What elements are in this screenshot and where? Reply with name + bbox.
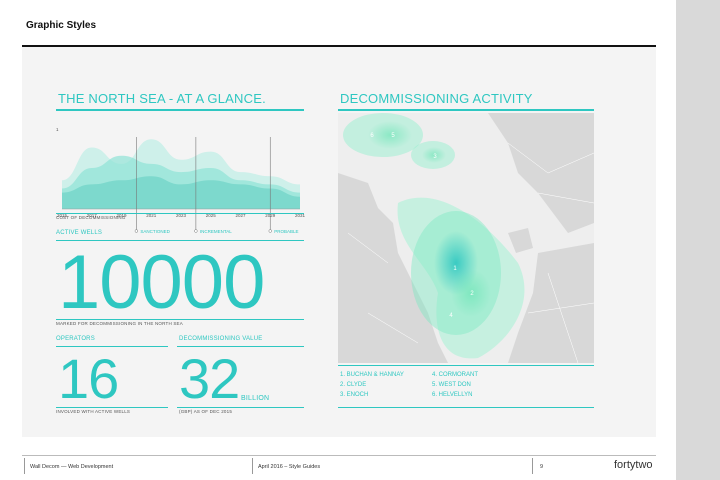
legend-bottom-rule	[338, 407, 594, 408]
wells-value: 10000	[58, 240, 265, 325]
footer-tick	[532, 458, 533, 474]
value-bottom-rule	[177, 407, 304, 408]
left-title-rule	[56, 109, 304, 111]
footer-tick	[24, 458, 25, 474]
right-title: DECOMMISSIONING ACTIVITY	[340, 91, 533, 106]
value-unit: BILLION	[241, 395, 270, 402]
footer-project: Wall Decom — Web Development	[30, 464, 114, 470]
legend-item: 5. WEST DON	[432, 382, 471, 388]
brand-logo: fortytwo	[614, 459, 653, 471]
right-title-rule	[338, 109, 594, 111]
operators-caption: INVOLVED WITH ACTIVE WELLS	[56, 409, 131, 414]
footer-section: April 2016 – Style Guides	[258, 464, 321, 470]
legend-item: 1. BUCHAN & HANNAY	[340, 372, 404, 378]
marker-label-2: INCREMENTAL	[200, 229, 232, 234]
value-label: DECOMMISSIONING VALUE	[179, 336, 263, 342]
legend-item: 3. ENOCH	[340, 392, 369, 398]
document-page: Graphic Styles THE NORTH SEA - AT A GLAN…	[0, 0, 676, 480]
marker-label-3: PROBABLE	[274, 229, 298, 234]
operators-bottom-rule	[56, 407, 168, 408]
value-number: 32	[179, 347, 240, 410]
value-caption: (GBP) AS OF DEC 2015	[179, 409, 233, 414]
marker-dot-2	[194, 229, 198, 233]
chart-bottom-rule	[56, 213, 304, 214]
operators-value: 16	[58, 347, 119, 410]
area-chart: 2015 2017 2019 2021 2023 2025 2027 2029 2031SANC…	[57, 137, 306, 234]
footer-page-number: 9	[540, 464, 544, 470]
page-heading: Graphic Styles	[26, 20, 97, 31]
marker-dot-1	[134, 229, 139, 233]
page-margin	[676, 0, 720, 480]
wells-caption: MARKED FOR DECOMMISSIONING IN THE NORTH …	[56, 321, 183, 326]
wells-bottom-rule	[56, 319, 304, 320]
legend-item: 2. CLYDE	[340, 382, 367, 388]
legend-item: 6. HELVELLYN	[432, 392, 473, 398]
chart-caption: COST OF DECOMMISSIONING	[56, 215, 126, 220]
heat-map: 1 2 3 4 5 6	[338, 113, 594, 363]
marker-dot-3	[268, 229, 272, 233]
footer-divider	[22, 455, 656, 456]
marker-label-1: SANCTIONED	[140, 229, 170, 234]
legend-top-rule	[338, 365, 594, 366]
legend-item: 4. CORMORANT	[432, 372, 479, 378]
operators-label: OPERATORS	[56, 336, 95, 342]
left-title: THE NORTH SEA - AT A GLANCE.	[58, 91, 266, 106]
footer-tick	[252, 458, 253, 474]
wells-label: ACTIVE WELLS	[56, 230, 103, 236]
chart-y-label: 1	[56, 127, 59, 132]
infographic-panel: THE NORTH SEA - AT A GLANCE. 1 2015 2017 2…	[22, 47, 656, 437]
